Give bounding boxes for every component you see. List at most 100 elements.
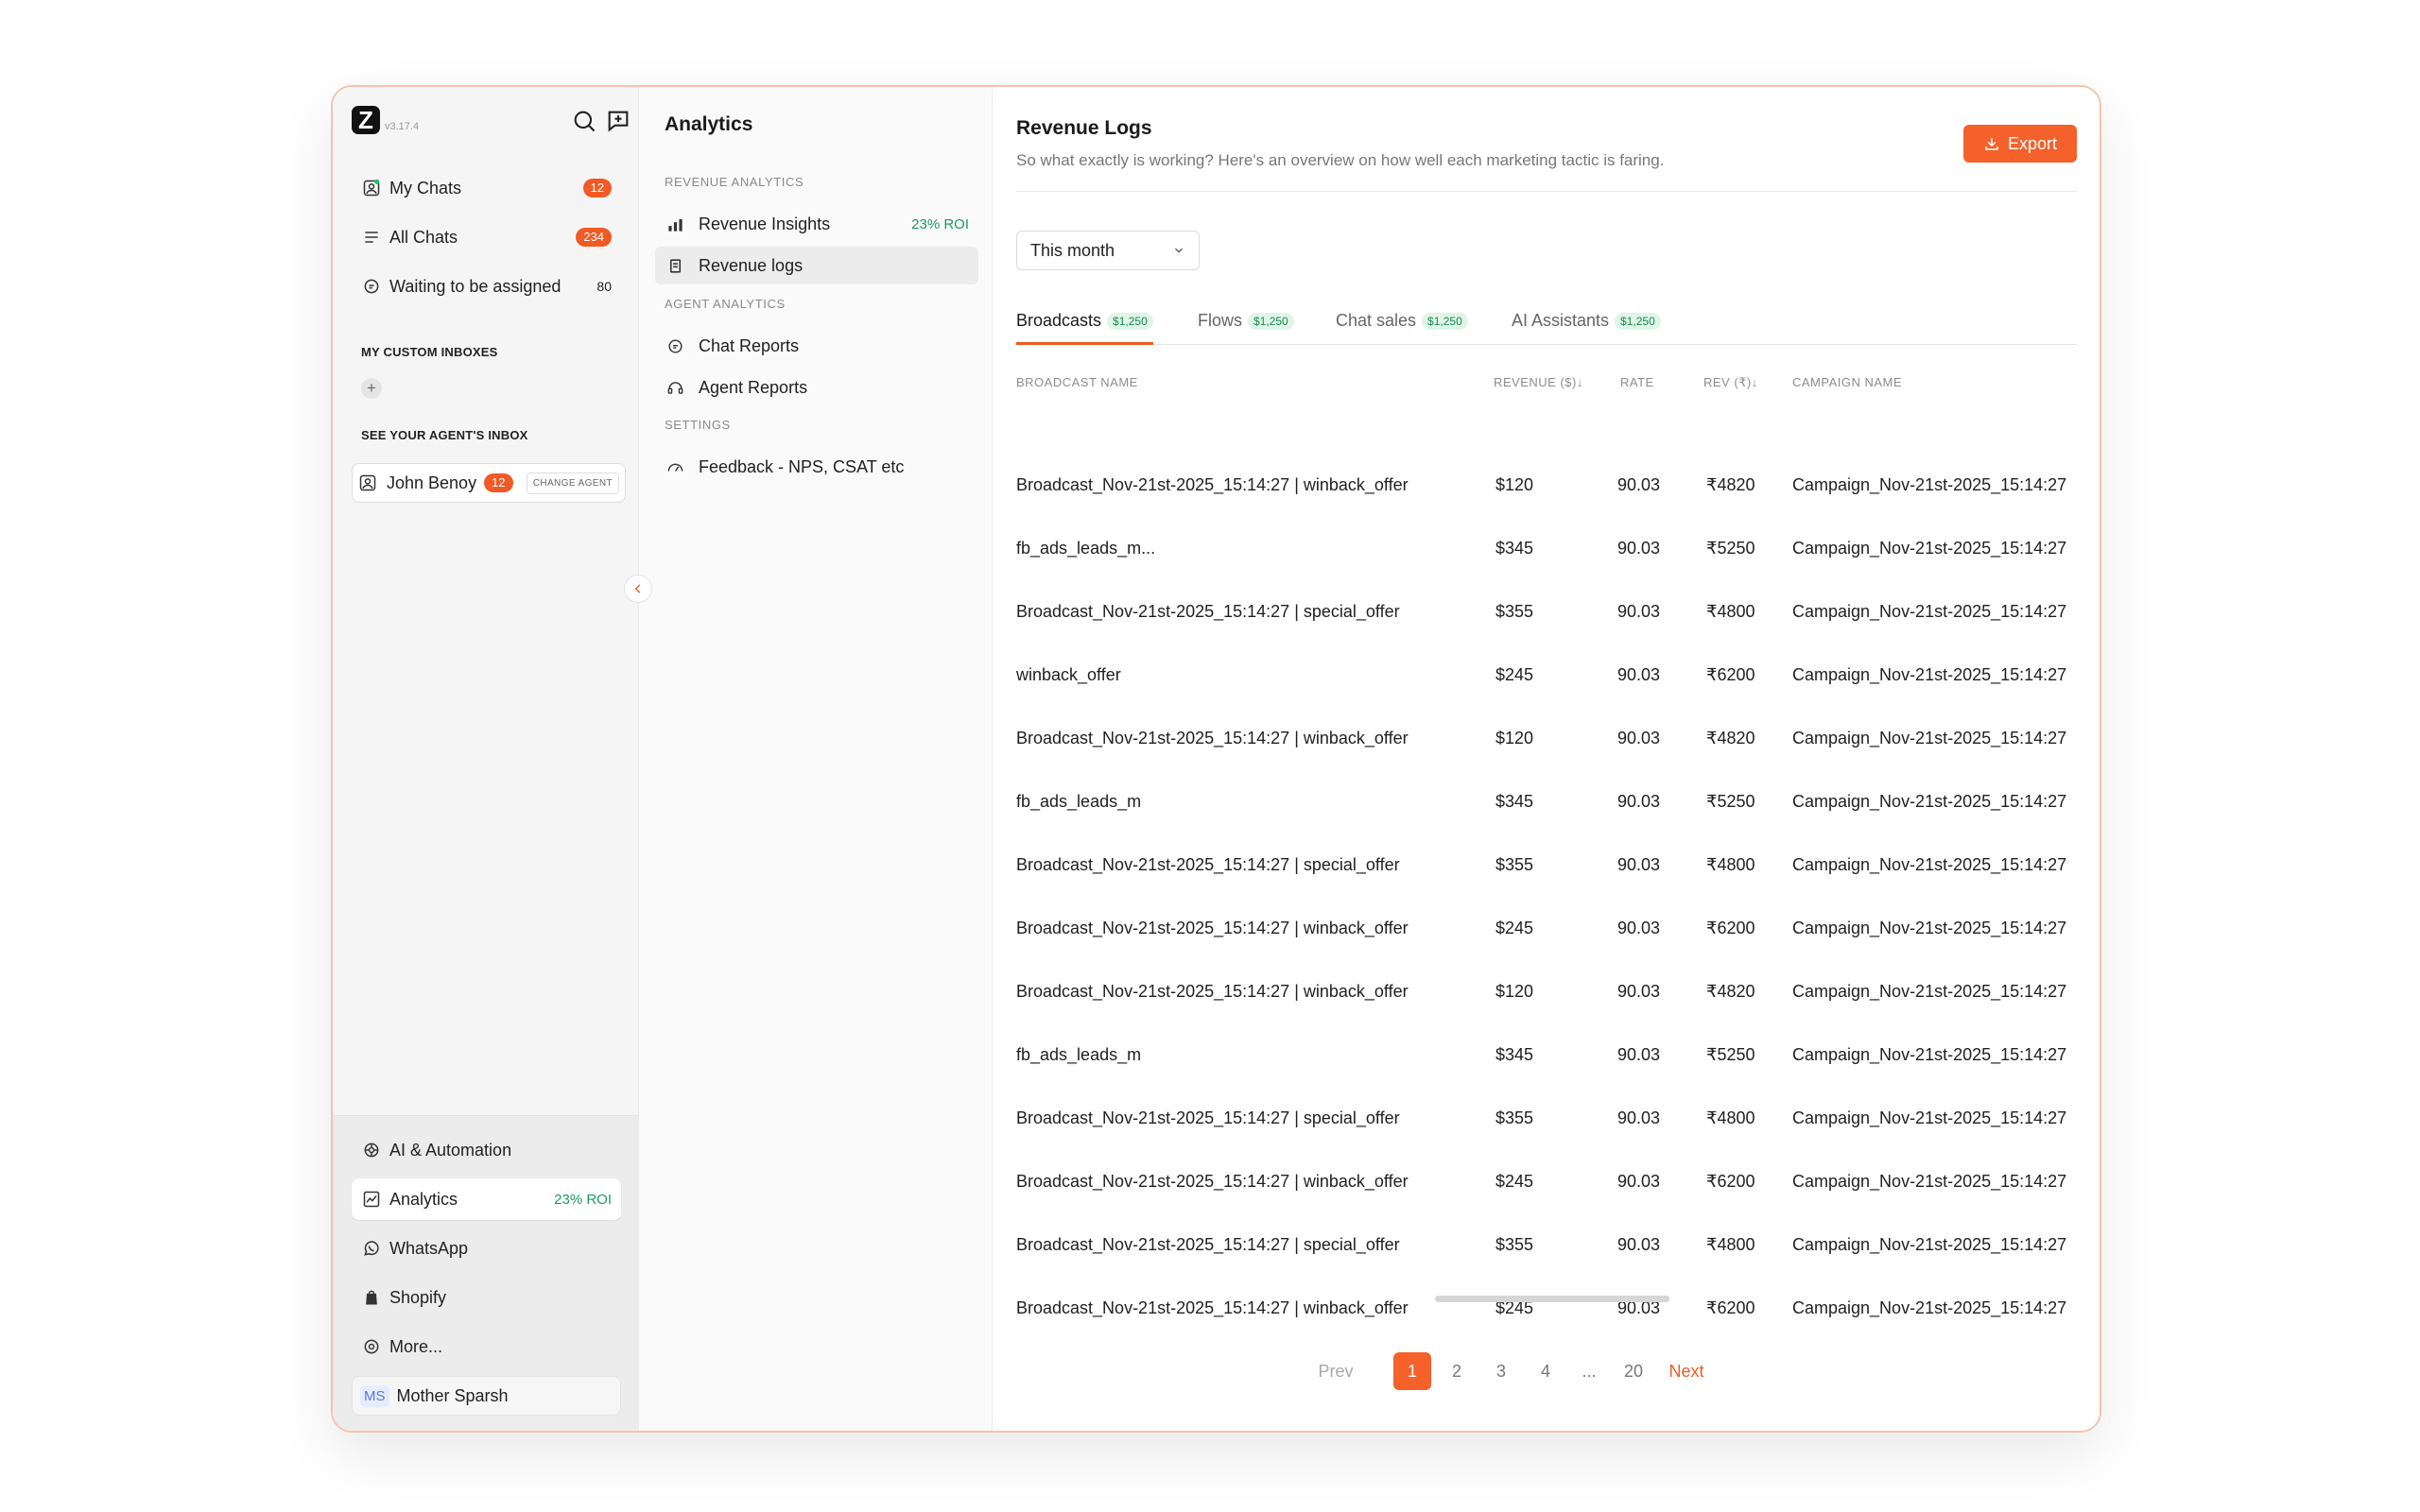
menu-item-revenue-insights[interactable]: Revenue Insights 23% ROI — [655, 205, 978, 243]
rate-cell: 90.03 — [1617, 665, 1661, 684]
agent-inbox-card[interactable]: John Benoy 12 CHANGE AGENT — [352, 463, 626, 503]
table-row[interactable]: Broadcast_Nov-21st-2025_15:14:27 | winba… — [1016, 1278, 2077, 1341]
table-row[interactable]: Broadcast_Nov-21st-2025_15:14:27 | speci… — [1016, 834, 2077, 898]
column-header-rev-inr[interactable]: REV (₹)↓ — [1703, 375, 1758, 390]
rev-inr-cell: ₹5250 — [1706, 792, 1755, 811]
pagination-page-3[interactable]: 3 — [1482, 1352, 1520, 1390]
campaign-name-cell: Campaign_Nov-21st-2025_15:14:27 — [1792, 539, 2067, 558]
rate-cell: 90.03 — [1617, 982, 1661, 1001]
chat-icon — [361, 276, 382, 297]
rate-cell: 90.03 — [1617, 1108, 1661, 1127]
sidebar-item-ai-automation[interactable]: AI & Automation — [352, 1129, 621, 1171]
user-icon — [361, 178, 382, 198]
campaign-name-cell: Campaign_Nov-21st-2025_15:14:27 — [1792, 1298, 2067, 1317]
campaign-name-cell: Campaign_Nov-21st-2025_15:14:27 — [1792, 982, 2067, 1001]
pagination-page-4[interactable]: 4 — [1527, 1352, 1564, 1390]
user-icon — [358, 472, 379, 493]
broadcast-name-cell: winback_offer — [1016, 665, 1121, 684]
date-range-value: This month — [1030, 240, 1115, 260]
campaign-name-cell: Campaign_Nov-21st-2025_15:14:27 — [1792, 855, 2067, 874]
sidebar-item-waiting[interactable]: Waiting to be assigned 80 — [352, 266, 621, 307]
list-icon — [361, 227, 382, 248]
pagination-prev[interactable]: Prev — [1317, 1352, 1355, 1390]
tab-amount: $1,250 — [1615, 313, 1661, 330]
workspace-switcher[interactable]: MS Mother Sparsh — [352, 1376, 621, 1416]
sidebar-item-more[interactable]: More... — [352, 1326, 621, 1367]
page-subtitle: So what exactly is working? Here's an ov… — [1016, 151, 1665, 169]
table-row[interactable]: winback_offer $245 90.03 ₹6200 Campaign_Nov-… — [1016, 644, 2077, 708]
new-chat-icon[interactable] — [605, 108, 631, 134]
table-row[interactable]: fb_ads_leads_m $345 90.03 ₹5250 Campaign_Nov… — [1016, 1024, 2077, 1088]
table-row[interactable]: Broadcast_Nov-21st-2025_15:14:27 | speci… — [1016, 581, 2077, 644]
menu-item-label: Revenue Insights — [699, 214, 831, 233]
tab-ai-assistants[interactable]: AI Assistants $1,250 — [1512, 311, 1661, 345]
pagination-page-2[interactable]: 2 — [1438, 1352, 1476, 1390]
campaign-name-cell: Campaign_Nov-21st-2025_15:14:27 — [1792, 602, 2067, 621]
broadcast-name-cell: fb_ads_leads_m — [1016, 1045, 1142, 1064]
header-divider — [1016, 191, 2077, 192]
date-range-select[interactable]: This month — [1016, 231, 1200, 270]
table-row[interactable]: Broadcast_Nov-21st-2025_15:14:27 | winba… — [1016, 898, 2077, 961]
menu-item-label: Feedback - NPS, CSAT etc — [699, 456, 905, 476]
revenue-analytics-section: REVENUE ANALYTICS — [665, 175, 804, 189]
page-title: Revenue Logs — [1016, 117, 1152, 139]
table-row[interactable]: Broadcast_Nov-21st-2025_15:14:27 | winba… — [1016, 708, 2077, 771]
revenue-cell: $355 — [1495, 1235, 1534, 1254]
menu-item-agent-reports[interactable]: Agent Reports — [655, 369, 978, 406]
export-label: Export — [2007, 133, 2058, 153]
revenue-tabs: Broadcasts $1,250 Flows $1,250 Chat sale… — [1016, 311, 2077, 345]
sidebar-item-whatsapp[interactable]: WhatsApp — [352, 1228, 621, 1269]
agent-inbox-title: SEE YOUR AGENT'S INBOX — [361, 428, 528, 442]
rate-cell: 90.03 — [1617, 475, 1661, 494]
sidebar-item-all-chats[interactable]: All Chats 234 — [352, 216, 621, 258]
menu-item-feedback[interactable]: Feedback - NPS, CSAT etc — [655, 448, 978, 486]
tab-label: Flows — [1198, 311, 1243, 330]
pagination-page-20[interactable]: 20 — [1615, 1352, 1652, 1390]
pagination-next[interactable]: Next — [1668, 1352, 1705, 1390]
menu-item-chat-reports[interactable]: Chat Reports — [655, 327, 978, 365]
menu-item-label: Agent Reports — [699, 377, 808, 397]
table-horizontal-scrollbar[interactable] — [1435, 1296, 1669, 1302]
campaign-name-cell: Campaign_Nov-21st-2025_15:14:27 — [1792, 665, 2067, 684]
revenue-cell: $355 — [1495, 855, 1534, 874]
tab-broadcasts[interactable]: Broadcasts $1,250 — [1016, 311, 1153, 345]
tab-label: Chat sales — [1336, 311, 1417, 330]
tab-flows[interactable]: Flows $1,250 — [1198, 311, 1294, 345]
app-window: Z v3.17.4 My Chats 12 All Chats 234 Wait… — [331, 85, 2101, 1433]
column-header-broadcast-name: BROADCAST NAME — [1016, 375, 1138, 389]
table-row[interactable]: Broadcast_Nov-21st-2025_15:14:27 | speci… — [1016, 1214, 2077, 1278]
table-row[interactable]: Broadcast_Nov-21st-2025_15:14:27 | winba… — [1016, 1151, 2077, 1214]
menu-item-label: Revenue logs — [699, 255, 804, 275]
export-button[interactable]: Export — [1963, 125, 2077, 163]
revenue-cell: $345 — [1495, 1045, 1534, 1064]
table-row[interactable]: Broadcast_Nov-21st-2025_15:14:27 | winba… — [1016, 961, 2077, 1024]
campaign-name-cell: Campaign_Nov-21st-2025_15:14:27 — [1792, 1172, 2067, 1191]
sidebar-item-analytics[interactable]: Analytics 23% ROI — [352, 1178, 621, 1220]
rate-cell: 90.03 — [1617, 602, 1661, 621]
table-row[interactable]: fb_ads_leads_m... $345 90.03 ₹5250 Campaign_… — [1016, 518, 2077, 581]
tab-amount: $1,250 — [1248, 313, 1294, 330]
broadcast-name-cell: Broadcast_Nov-21st-2025_15:14:27 | winba… — [1016, 919, 1409, 937]
table-row[interactable]: fb_ads_leads_m $345 90.03 ₹5250 Campaign_Nov… — [1016, 771, 2077, 834]
change-agent-button[interactable]: CHANGE AGENT — [526, 472, 619, 494]
rev-inr-cell: ₹6200 — [1706, 665, 1755, 684]
campaign-name-cell: Campaign_Nov-21st-2025_15:14:27 — [1792, 729, 2067, 747]
table-row[interactable]: Broadcast_Nov-21st-2025_15:14:27 | winba… — [1016, 455, 2077, 518]
tab-chat-sales[interactable]: Chat sales $1,250 — [1336, 311, 1468, 345]
pagination-page-1[interactable]: 1 — [1393, 1352, 1431, 1390]
sidebar-item-label: All Chats — [389, 227, 458, 247]
download-icon — [1985, 138, 1998, 150]
search-icon[interactable] — [571, 108, 597, 134]
broadcast-name-cell: fb_ads_leads_m... — [1016, 539, 1156, 558]
sidebar-item-my-chats[interactable]: My Chats 12 — [352, 167, 621, 209]
column-header-revenue[interactable]: REVENUE ($)↓ — [1494, 375, 1583, 389]
sidebar-item-shopify[interactable]: Shopify — [352, 1277, 621, 1318]
broadcast-name-cell: Broadcast_Nov-21st-2025_15:14:27 | speci… — [1016, 855, 1400, 874]
unread-badge: 234 — [576, 228, 612, 247]
table-row[interactable]: Broadcast_Nov-21st-2025_15:14:27 | speci… — [1016, 1088, 2077, 1151]
collapse-sidebar-button[interactable] — [624, 575, 652, 603]
tab-amount: $1,250 — [1422, 313, 1468, 330]
menu-item-revenue-logs[interactable]: Revenue logs — [655, 247, 978, 284]
add-inbox-button[interactable]: + — [361, 378, 382, 399]
tab-label: Broadcasts — [1016, 311, 1102, 330]
